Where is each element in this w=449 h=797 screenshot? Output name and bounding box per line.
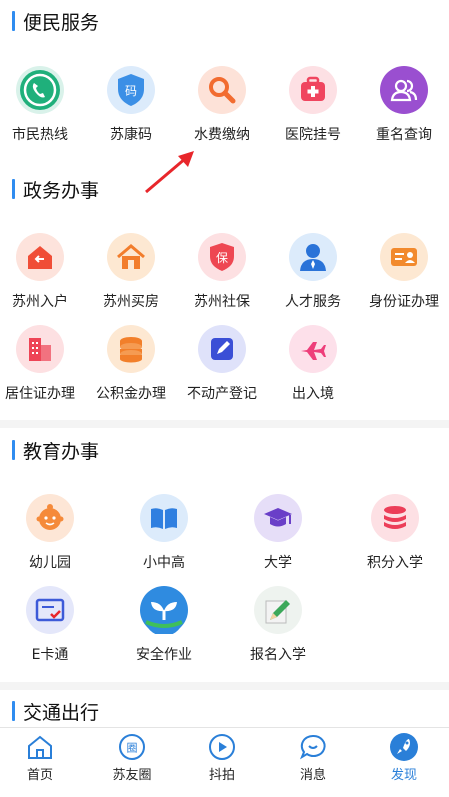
gov-housing-fund[interactable]: 公积金办理 [81,325,181,403]
gov-real-estate[interactable]: 不动产登记 [172,325,272,403]
section-title-traffic: 交通出行 [12,700,100,724]
card-icon [26,586,74,634]
svg-text:保: 保 [216,251,228,265]
tile-label: 公积金办理 [96,386,166,402]
tile-label: 苏州买房 [103,294,159,310]
tile-label: 居住证办理 [5,386,75,402]
graduation-cap-icon [254,494,302,542]
edit-icon [198,325,246,373]
service-citizen-hotline[interactable]: 市民热线 [0,66,90,144]
baby-icon [26,494,74,542]
section-divider [0,420,449,428]
house-enter-icon [16,233,64,281]
service-sukang-code[interactable]: 码 苏康码 [81,66,181,144]
section-title-gov: 政务办事 [12,178,100,202]
tile-label: 市民热线 [12,127,68,143]
play-icon [207,732,237,762]
medical-kit-icon [289,66,337,114]
coins-icon [107,325,155,373]
book-icon [140,494,188,542]
tile-label: 水费缴纳 [194,127,250,143]
people-icon [380,66,428,114]
health-code-icon: 码 [107,66,155,114]
tab-video[interactable]: 抖拍 [177,728,267,783]
gov-id-card[interactable]: 身份证办理 [354,233,449,311]
gov-household-registration[interactable]: 苏州入户 [0,233,90,311]
tab-messages[interactable]: 消息 [268,728,358,783]
tile-label: 大学 [264,555,292,571]
svg-text:码: 码 [125,84,137,98]
tab-home[interactable]: 首页 [0,728,85,783]
tab-label: 消息 [299,768,326,783]
airplane-icon [289,325,337,373]
tile-label: 苏州入户 [12,294,68,310]
tab-label: 苏友圈 [112,768,152,783]
tab-su-circle[interactable]: 圈 苏友圈 [87,728,177,783]
edu-primary-middle-high[interactable]: 小中高 [114,494,214,572]
tile-label: 报名入学 [250,647,306,663]
section-title-bar [12,179,15,199]
tile-label: 积分入学 [367,555,423,571]
message-icon [298,732,328,762]
edu-university[interactable]: 大学 [228,494,328,572]
circle-icon: 圈 [117,732,147,762]
service-hospital-register[interactable]: 医院挂号 [263,66,363,144]
gov-social-security[interactable]: 保 苏州社保 [172,233,272,311]
home-icon [25,732,55,762]
tile-label: 出入境 [292,386,334,402]
tile-label: 身份证办理 [369,294,439,310]
section-title-edu: 教育办事 [12,439,100,463]
gov-talent-service[interactable]: 人才服务 [263,233,363,311]
service-water-bill[interactable]: 水费缴纳 [172,66,272,144]
section-title-gov-text: 政务办事 [23,179,100,202]
tile-label: 人才服务 [285,294,341,310]
search-icon [198,66,246,114]
bottom-tab-bar: 首页 圈 苏友圈 抖拍 消息 发现 [0,727,449,797]
edu-e-card[interactable]: E卡通 [0,586,100,664]
tile-label: 医院挂号 [285,127,341,143]
gov-buy-house[interactable]: 苏州买房 [81,233,181,311]
gov-exit-entry[interactable]: 出入境 [263,325,363,403]
id-card-icon [380,233,428,281]
edu-kindergarten[interactable]: 幼儿园 [0,494,100,572]
tab-label: 首页 [26,768,53,783]
section-divider [0,682,449,690]
tile-label: 安全作业 [136,647,192,663]
section-title-edu-text: 教育办事 [23,440,100,463]
sprout-icon [140,586,188,634]
tab-label: 抖拍 [208,768,235,783]
tile-label: 不动产登记 [187,386,257,402]
rocket-icon [389,732,419,762]
stack-icon [371,494,419,542]
tile-label: 小中高 [143,555,185,571]
section-title-bar [12,440,15,460]
section-title-citizen-text: 便民服务 [23,11,100,34]
tile-label: E卡通 [31,647,69,663]
red-arrow-icon [145,151,194,194]
edu-enrollment-signup[interactable]: 报名入学 [228,586,328,664]
tile-label: 重名查询 [376,127,432,143]
service-name-query[interactable]: 重名查询 [354,66,449,144]
section-title-bar [12,701,15,721]
section-title-citizen: 便民服务 [12,10,100,34]
section-title-traffic-text: 交通出行 [23,701,100,724]
tab-label: 发现 [390,768,417,783]
edu-points-enrollment[interactable]: 积分入学 [345,494,445,572]
pencil-icon [254,586,302,634]
tile-label: 苏康码 [110,127,152,143]
shield-icon: 保 [198,233,246,281]
edu-safety-homework[interactable]: 安全作业 [114,586,214,664]
svg-text:圈: 圈 [127,742,138,755]
section-title-bar [12,11,15,31]
house-icon [107,233,155,281]
person-icon [289,233,337,281]
tile-label: 幼儿园 [29,555,71,571]
phone-icon [16,66,64,114]
gov-residence-permit[interactable]: 居住证办理 [0,325,90,403]
tab-discover[interactable]: 发现 [359,728,449,783]
building-icon [16,325,64,373]
tile-label: 苏州社保 [194,294,250,310]
